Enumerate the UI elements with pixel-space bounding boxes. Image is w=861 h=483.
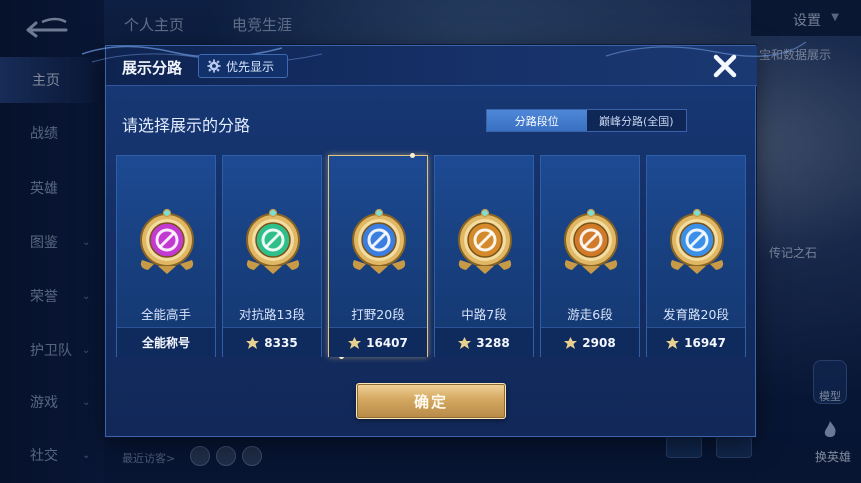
lane-card-stat: 8335 bbox=[223, 327, 321, 357]
gear-icon bbox=[207, 59, 221, 73]
wave-decoration-icon bbox=[606, 41, 806, 57]
lane-card[interactable]: 对抗路13段 8335 bbox=[222, 155, 322, 357]
lane-card-stat-value: 2908 bbox=[582, 335, 616, 350]
all-round-emblem-icon bbox=[140, 208, 194, 274]
lane-card-stat: 全能称号 bbox=[117, 327, 215, 357]
lane-card-name: 打野20段 bbox=[351, 307, 405, 322]
lane-card[interactable]: 游走6段 2908 bbox=[540, 155, 640, 357]
priority-display-button[interactable]: 优先显示 bbox=[198, 54, 288, 78]
lane-card-stat: 16407 bbox=[329, 327, 427, 357]
lane-card[interactable]: 打野20段 16407 bbox=[328, 153, 428, 359]
power-score-icon bbox=[246, 336, 260, 349]
power-score-icon bbox=[348, 336, 362, 349]
dialog-subtitle: 请选择展示的分路 bbox=[122, 116, 251, 135]
lane-card-stat: 16947 bbox=[647, 327, 745, 357]
dialog-title: 展示分路 bbox=[122, 59, 183, 77]
lane-card-stat-value: 全能称号 bbox=[141, 336, 190, 350]
power-score-icon bbox=[666, 336, 680, 349]
lane-card[interactable]: 全能高手 全能称号 bbox=[116, 155, 216, 357]
clash-lane-emblem-icon bbox=[246, 208, 300, 274]
lane-display-dialog: 展示分路 优先显示 请选择展示的分路 分路段位 巅峰分路(全国) 全能高手 全能… bbox=[82, 41, 806, 437]
close-button[interactable] bbox=[710, 51, 740, 81]
lane-card-stat-value: 3288 bbox=[476, 335, 510, 350]
farm-lane-emblem-icon bbox=[670, 208, 724, 274]
power-score-icon bbox=[564, 336, 578, 349]
jungle-emblem-icon bbox=[352, 208, 406, 274]
lane-card[interactable]: 发育路20段 16947 bbox=[646, 155, 746, 357]
selection-sparkle-icon bbox=[410, 153, 415, 158]
close-icon bbox=[713, 54, 737, 78]
lane-card-stat-value: 8335 bbox=[264, 335, 298, 350]
tab-lane-rank[interactable]: 分路段位 bbox=[487, 110, 587, 131]
tab-peak-lane-national[interactable]: 巅峰分路(全国) bbox=[587, 110, 687, 131]
lane-card[interactable]: 中路7段 3288 bbox=[434, 155, 534, 357]
lane-card-stat: 2908 bbox=[541, 327, 639, 357]
roam-emblem-icon bbox=[564, 208, 618, 274]
lane-card-name: 中路7段 bbox=[461, 307, 507, 322]
lane-card-name: 游走6段 bbox=[567, 307, 613, 322]
lane-card-name: 发育路20段 bbox=[663, 307, 729, 322]
power-score-icon bbox=[458, 336, 472, 349]
segmented-control: 分路段位 巅峰分路(全国) bbox=[486, 109, 687, 132]
lane-card-stat-value: 16947 bbox=[684, 335, 726, 350]
lane-card-name: 对抗路13段 bbox=[239, 307, 305, 322]
lane-card-stat-value: 16407 bbox=[366, 335, 408, 350]
lane-card-name: 全能高手 bbox=[140, 307, 191, 322]
priority-display-label: 优先显示 bbox=[226, 59, 275, 74]
confirm-button[interactable]: 确定 bbox=[356, 383, 506, 419]
lane-card-stat: 3288 bbox=[435, 327, 533, 357]
dialog-header: 展示分路 优先显示 bbox=[82, 41, 806, 86]
mid-lane-emblem-icon bbox=[458, 208, 512, 274]
